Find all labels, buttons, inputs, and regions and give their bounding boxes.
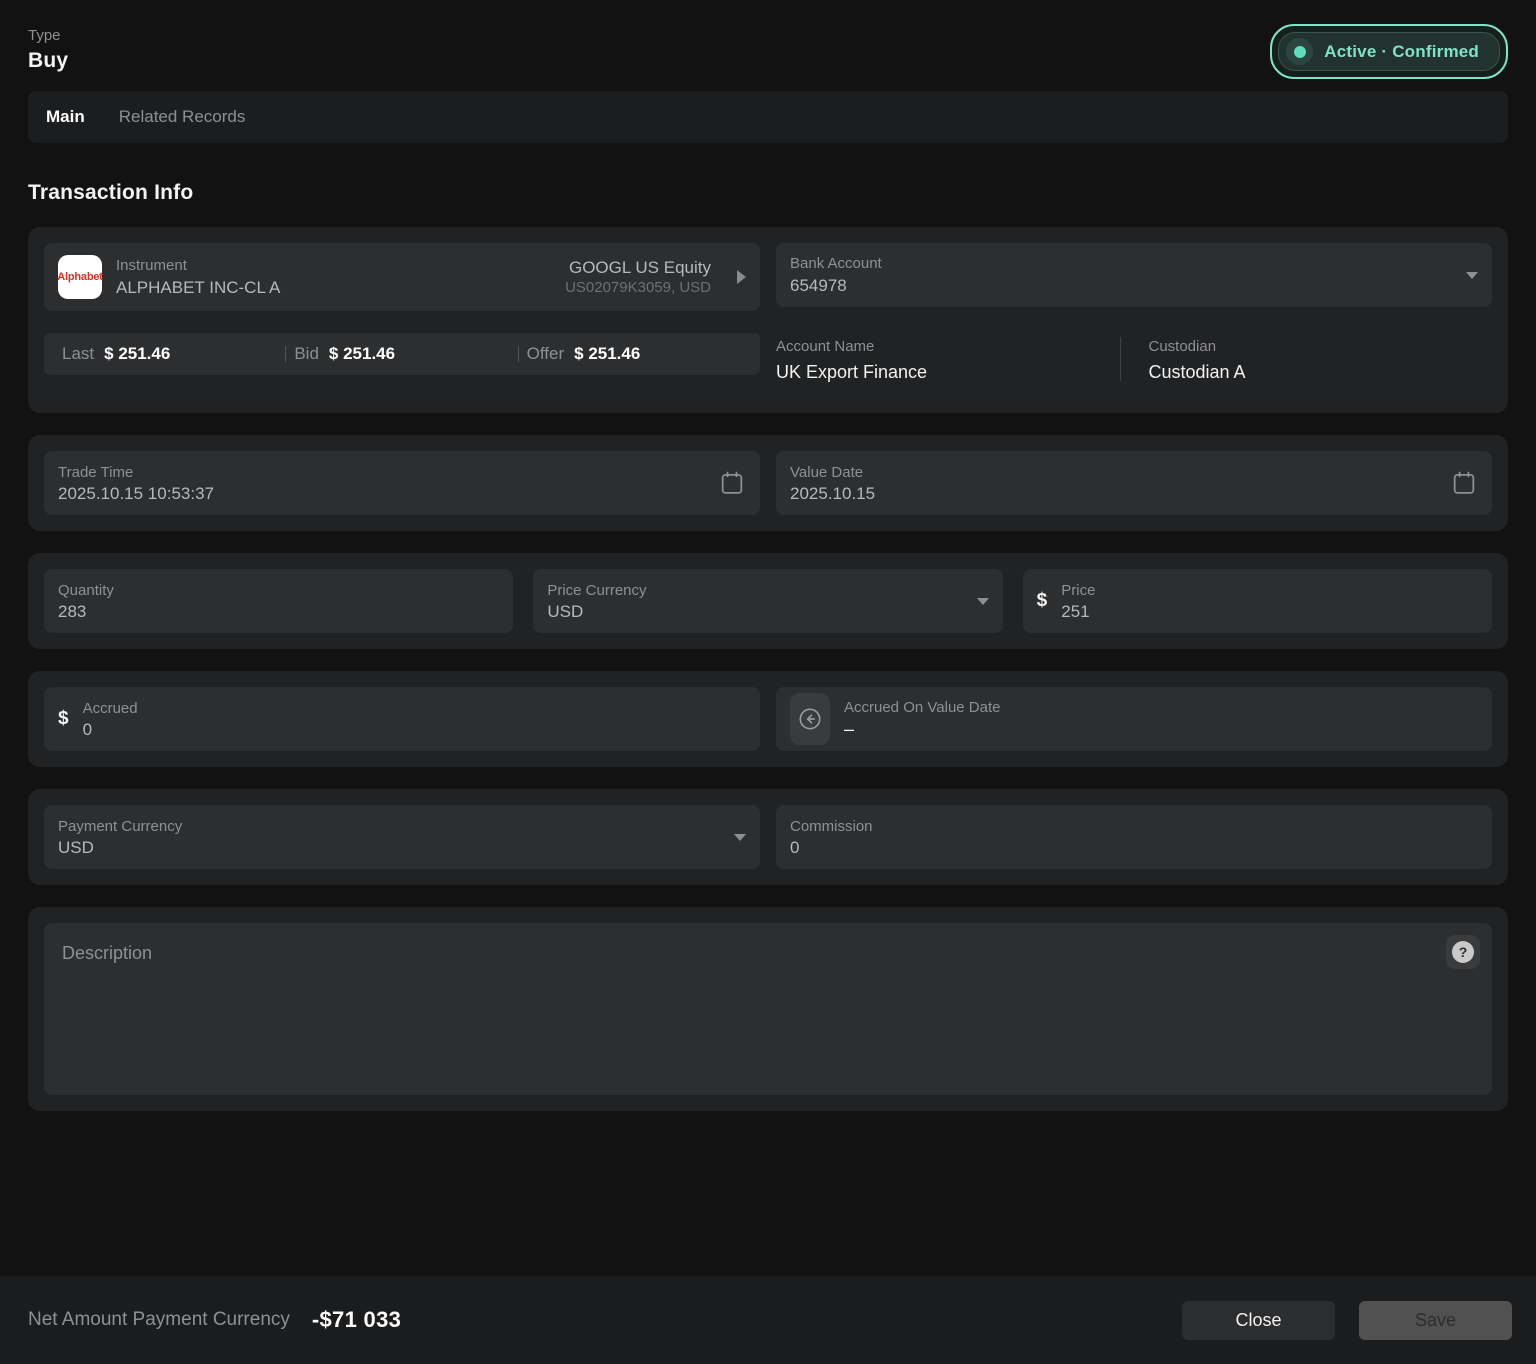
commission-label: Commission [790, 817, 1478, 837]
payment-currency-select[interactable]: Payment Currency USD [44, 805, 760, 869]
account-name-label: Account Name [776, 337, 1120, 357]
page-title: Transaction Info [28, 181, 1508, 205]
price-currency-value: USD [547, 602, 966, 622]
dates-section: Trade Time 2025.10.15 10:53:37 Value Dat… [28, 435, 1508, 531]
type-value: Buy [28, 49, 68, 73]
net-amount-label: Net Amount Payment Currency [28, 1309, 290, 1331]
trade-time-label: Trade Time [58, 463, 718, 483]
quote-last-value: $ 251.46 [104, 344, 170, 364]
instrument-isin: US02079K3059, USD [565, 279, 711, 296]
alphabet-logo: Alphabet [58, 255, 102, 299]
instrument-name: ALPHABET INC-CL A [116, 278, 551, 298]
tab-bar: Main Related Records [28, 91, 1508, 143]
price-currency-select[interactable]: Price Currency USD [533, 569, 1002, 633]
instrument-ticker-block: GOOGL US Equity US02079K3059, USD [565, 258, 711, 296]
chevron-down-icon[interactable] [1466, 272, 1478, 279]
description-section: ? [28, 907, 1508, 1111]
value-date-field[interactable]: Value Date 2025.10.15 [776, 451, 1492, 515]
quotes-bar: Last $ 251.46 Bid $ 251.46 Offer $ 251.4… [44, 333, 760, 375]
accrued-section: $ Accrued 0 Accrued On Value Date – [28, 671, 1508, 767]
price-currency-label: Price Currency [547, 581, 966, 601]
instrument-label: Instrument [116, 256, 551, 276]
vertical-divider [1120, 337, 1121, 381]
instrument-texts: Instrument ALPHABET INC-CL A [116, 256, 551, 297]
quantity-field[interactable]: Quantity 283 [44, 569, 513, 633]
accrued-on-value-date-field[interactable]: Accrued On Value Date – [776, 687, 1492, 751]
instrument-field[interactable]: Alphabet Instrument ALPHABET INC-CL A GO… [44, 243, 760, 311]
arrow-left-circle-icon[interactable] [790, 693, 830, 745]
quote-offer: Offer $ 251.46 [519, 344, 750, 364]
type-block: Type Buy [28, 26, 68, 73]
alphabet-logo-text: Alphabet [57, 271, 102, 283]
quote-bid: Bid $ 251.46 [286, 344, 517, 364]
save-button[interactable]: Save [1359, 1301, 1512, 1340]
accrued-value: 0 [83, 720, 746, 740]
net-amount-value: -$71 033 [312, 1307, 401, 1333]
status-dot-icon [1286, 38, 1313, 65]
custodian-label: Custodian [1149, 337, 1493, 357]
account-info-row: Account Name UK Export Finance Custodian… [776, 333, 1492, 383]
commission-value: 0 [790, 838, 1478, 858]
custodian-block: Custodian Custodian A [1149, 333, 1493, 383]
chevron-down-icon[interactable] [734, 834, 746, 841]
calendar-icon[interactable] [718, 469, 746, 497]
net-amount-block: Net Amount Payment Currency -$71 033 [28, 1307, 401, 1333]
bank-account-label: Bank Account [790, 254, 1456, 274]
quantity-value: 283 [58, 602, 499, 622]
dollar-icon: $ [1037, 590, 1048, 612]
accrued-field[interactable]: $ Accrued 0 [44, 687, 760, 751]
quote-bid-value: $ 251.46 [329, 344, 395, 364]
trade-time-value: 2025.10.15 10:53:37 [58, 484, 718, 504]
type-label: Type [28, 26, 68, 46]
payment-currency-label: Payment Currency [58, 817, 724, 837]
accrued-label: Accrued [83, 699, 746, 719]
close-button[interactable]: Close [1182, 1301, 1335, 1340]
chevron-down-icon[interactable] [977, 598, 989, 605]
bank-account-value: 654978 [790, 276, 1456, 296]
value-date-label: Value Date [790, 463, 1450, 483]
accrued-on-value-date-label: Accrued On Value Date [844, 698, 1478, 718]
quote-last-label: Last [62, 344, 94, 364]
trade-time-field[interactable]: Trade Time 2025.10.15 10:53:37 [44, 451, 760, 515]
quote-offer-value: $ 251.46 [574, 344, 640, 364]
tab-main[interactable]: Main [46, 107, 85, 127]
help-button[interactable]: ? [1446, 935, 1480, 969]
header: Type Buy Active · Confirmed [28, 26, 1508, 79]
description-input[interactable] [44, 923, 1492, 1095]
payment-section: Payment Currency USD Commission 0 [28, 789, 1508, 885]
chevron-right-icon[interactable] [737, 270, 746, 284]
trade-ticket-page: Type Buy Active · Confirmed Main Related… [0, 0, 1536, 1111]
question-mark-icon: ? [1452, 941, 1474, 963]
tab-related-records[interactable]: Related Records [119, 107, 246, 127]
price-value: 251 [1061, 602, 1478, 622]
accrued-on-value-date-value: – [844, 719, 1478, 740]
footer-bar: Net Amount Payment Currency -$71 033 Clo… [0, 1276, 1536, 1364]
description-box: ? [44, 923, 1492, 1095]
dollar-icon: $ [58, 708, 69, 730]
status-text: Active · Confirmed [1324, 42, 1479, 62]
calendar-icon[interactable] [1450, 469, 1478, 497]
quote-offer-label: Offer [527, 344, 564, 364]
quantity-price-section: Quantity 283 Price Currency USD $ Price … [28, 553, 1508, 649]
quote-bid-label: Bid [294, 344, 319, 364]
custodian-value: Custodian A [1149, 362, 1493, 383]
price-field[interactable]: $ Price 251 [1023, 569, 1492, 633]
account-name-value: UK Export Finance [776, 362, 1120, 383]
payment-currency-value: USD [58, 838, 724, 858]
price-label: Price [1061, 581, 1478, 601]
quantity-label: Quantity [58, 581, 499, 601]
commission-field[interactable]: Commission 0 [776, 805, 1492, 869]
quote-last: Last $ 251.46 [54, 344, 285, 364]
instrument-section: Alphabet Instrument ALPHABET INC-CL A GO… [28, 227, 1508, 413]
footer-buttons: Close Save [1182, 1301, 1512, 1340]
account-name-block: Account Name UK Export Finance [776, 333, 1120, 383]
bank-account-select[interactable]: Bank Account 654978 [776, 243, 1492, 307]
instrument-ticker: GOOGL US Equity [569, 258, 711, 278]
value-date-value: 2025.10.15 [790, 484, 1450, 504]
status-badge-pill[interactable]: Active · Confirmed [1278, 32, 1500, 71]
status-badge[interactable]: Active · Confirmed [1270, 24, 1508, 79]
